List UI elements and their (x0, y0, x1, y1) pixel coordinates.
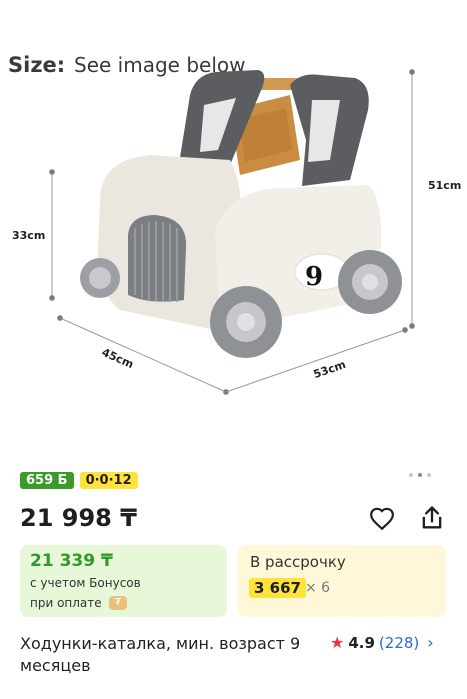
gallery-pagination (409, 473, 431, 477)
installment-amount: 3 667 (249, 578, 306, 598)
star-icon: ★ (330, 633, 345, 652)
rating-link[interactable]: ★ 4.9 (228) › (330, 633, 434, 652)
chevron-right-icon: › (427, 633, 434, 652)
rating-value: 4.9 (348, 633, 375, 652)
installment-title: В рассрочку (250, 553, 346, 571)
gallery-dot[interactable] (427, 473, 431, 477)
installment-badge: 0·0·12 (79, 472, 138, 489)
installment-card[interactable]: В рассрочку 3 667 × 6 (238, 545, 446, 617)
bonus-note-line1: с учетом Бонусов (30, 576, 141, 590)
payment-method-icon: ₮ (109, 596, 127, 610)
bonus-price: 21 339 ₸ (30, 551, 113, 571)
product-title: Ходунки-каталка, мин. возраст 9 месяцев (20, 634, 301, 675)
share-icon[interactable] (418, 504, 446, 532)
bonus-note-line2: при оплате (30, 596, 102, 610)
dimension-height-total: 51cm (428, 179, 462, 192)
product-image: 9 (49, 69, 415, 395)
gallery-dot-active[interactable] (418, 473, 422, 477)
installment-multiplier: × 6 (305, 580, 331, 596)
review-count: (228) (378, 633, 420, 652)
badge-row: 659 Б 0·0·12 (20, 472, 138, 489)
number-decal: 9 (305, 262, 323, 292)
product-image-gallery[interactable]: Size: See image below 9 51cm 33cm 45cm 5… (0, 0, 467, 462)
product-price: 21 998 ₸ (20, 504, 137, 532)
heart-icon[interactable] (368, 506, 396, 532)
dimension-height-seat: 33cm (12, 229, 46, 242)
gallery-dot[interactable] (409, 473, 413, 477)
bonus-price-card[interactable]: 21 339 ₸ с учетом Бонусов при оплате ₮ (20, 545, 227, 617)
bonus-badge: 659 Б (20, 472, 74, 489)
